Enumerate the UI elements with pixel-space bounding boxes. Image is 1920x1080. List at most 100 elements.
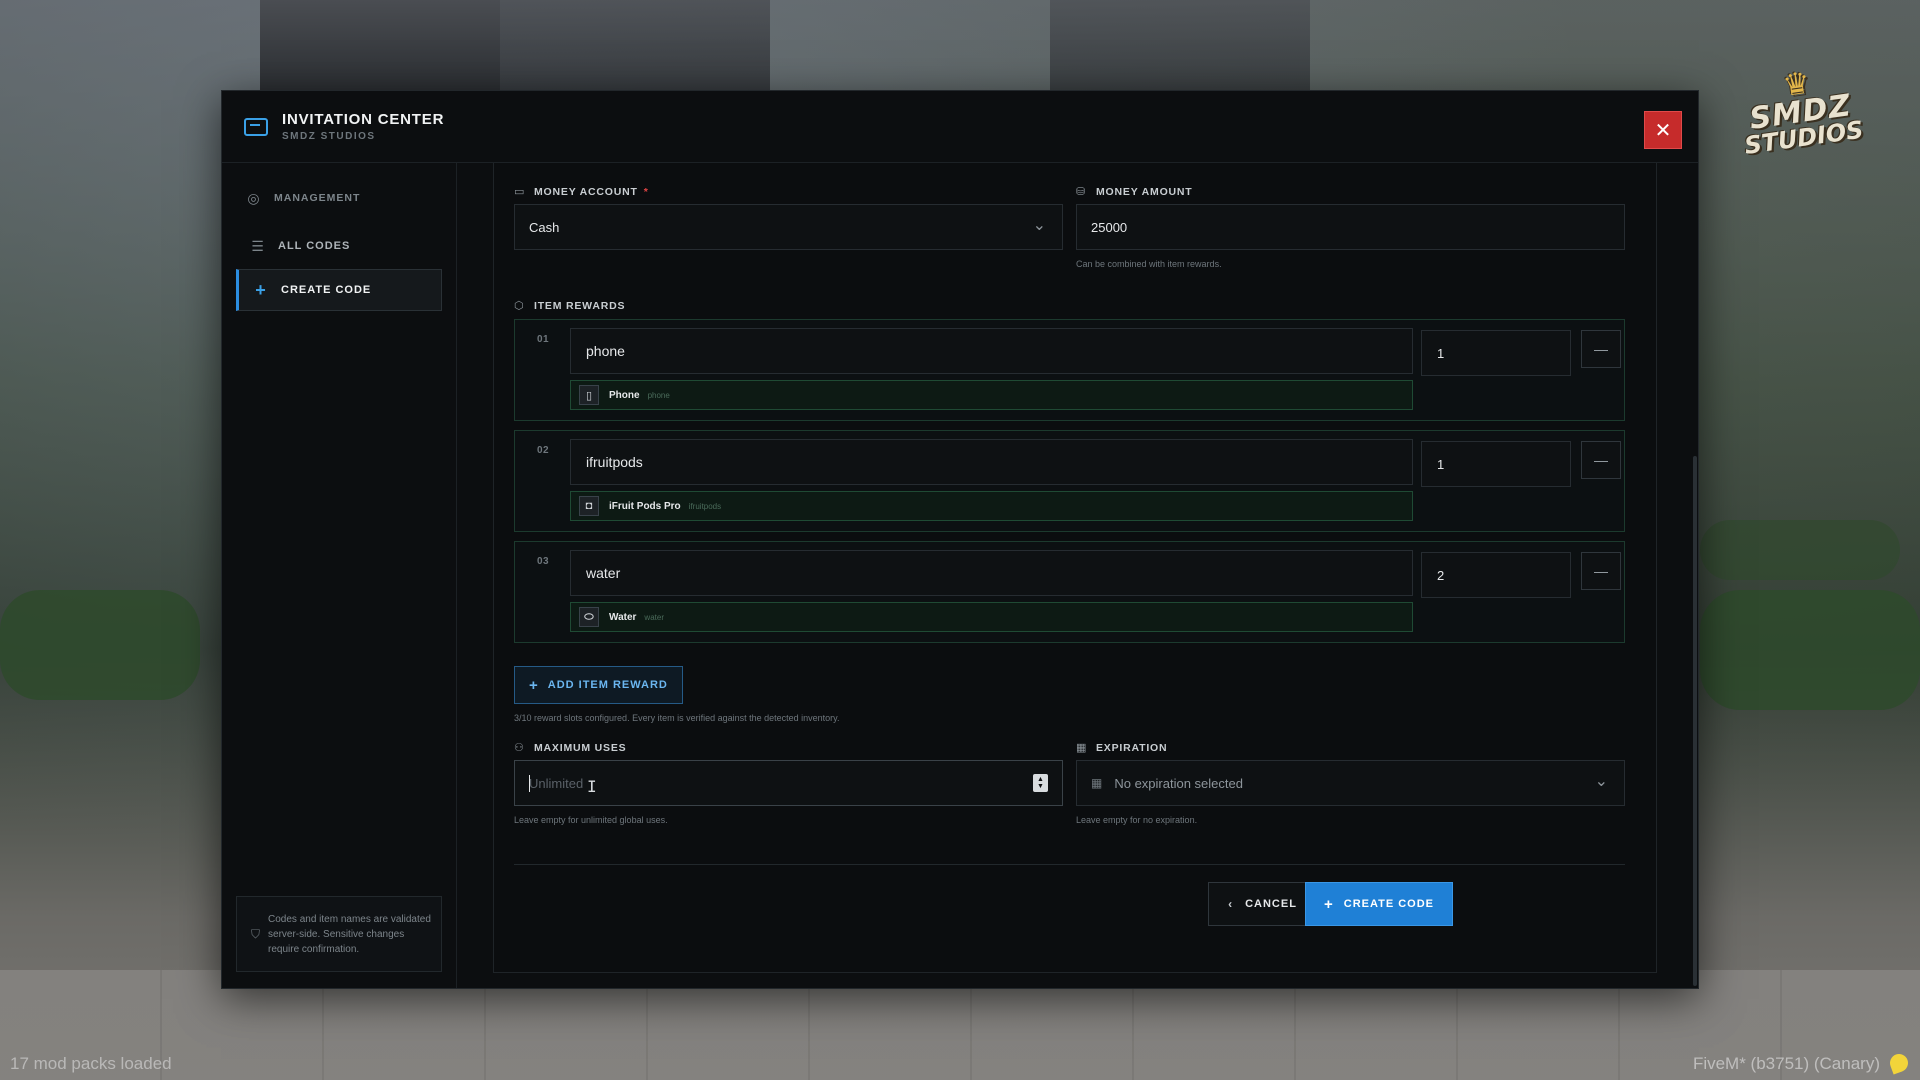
background-building	[470, 0, 770, 90]
box-icon: ⬡	[514, 300, 525, 312]
money-amount-input[interactable]: 25000	[1076, 204, 1625, 250]
expiration-label-text: EXPIRATION	[1096, 741, 1168, 754]
panel-scrollbar[interactable]	[1693, 456, 1697, 986]
item-rewards-label-text: ITEM REWARDS	[534, 299, 626, 312]
remove-reward-button[interactable]: —	[1581, 552, 1621, 590]
shield-icon: ⛉	[251, 926, 261, 941]
phone-icon: ▯	[579, 385, 599, 405]
create-code-form: ▭ MONEY ACCOUNT * Cash ⛁ MONEY AMOUNT 25…	[493, 163, 1657, 973]
earbuds-icon: ◘	[579, 496, 599, 516]
money-amount-label: ⛁ MONEY AMOUNT	[1076, 185, 1193, 199]
reward-item-value: phone	[586, 343, 625, 359]
maximum-uses-placeholder: Unlimited	[529, 775, 584, 791]
reward-match-label: Phone	[609, 389, 640, 401]
add-item-reward-label: ADD ITEM REWARD	[547, 679, 668, 691]
required-marker: *	[643, 185, 649, 198]
title-block: INVITATION CENTER SMDZ STUDIOS	[282, 111, 444, 142]
reward-row: 01 phone ▯ Phone phone 1 —	[514, 319, 1625, 421]
minus-icon: —	[1594, 341, 1608, 357]
minus-icon: —	[1594, 452, 1608, 468]
background-hedge	[1700, 520, 1900, 580]
minus-icon: —	[1594, 563, 1608, 579]
sidebar-item-all-codes[interactable]: ☰ ALL CODES	[236, 225, 442, 267]
validation-note-text: Codes and item names are validated serve…	[268, 913, 431, 955]
money-amount-hint: Can be combined with item rewards.	[1076, 259, 1222, 269]
money-account-label-text: MONEY ACCOUNT	[534, 185, 638, 198]
money-account-value: Cash	[529, 219, 560, 235]
reward-quantity-input[interactable]: 1	[1421, 330, 1571, 376]
create-code-button[interactable]: + CREATE CODE	[1305, 882, 1453, 926]
reward-match-id: ifruitpods	[688, 501, 722, 511]
reward-quantity-value: 2	[1437, 567, 1445, 583]
validation-note: ⛉ Codes and item names are validated ser…	[236, 896, 442, 972]
money-amount-value: 25000	[1091, 219, 1128, 235]
money-account-select[interactable]: Cash	[514, 204, 1063, 250]
reward-row: 02 ifruitpods ◘ iFruit Pods Pro ifruitpo…	[514, 430, 1625, 532]
users-icon: ⚇	[514, 742, 525, 754]
reward-item-input[interactable]: phone	[570, 328, 1413, 374]
calendar-icon: ▦	[1091, 776, 1103, 790]
cancel-button[interactable]: ‹ CANCEL	[1208, 882, 1317, 926]
reward-match-label: Water	[609, 611, 637, 623]
maximum-uses-label: ⚇ MAXIMUM USES	[514, 741, 627, 755]
maximum-uses-input[interactable]: Unlimited I ▲ ▼	[514, 760, 1063, 806]
money-account-label: ▭ MONEY ACCOUNT *	[514, 185, 649, 199]
reward-item-input[interactable]: ifruitpods	[570, 439, 1413, 485]
invitation-center-window: INVITATION CENTER SMDZ STUDIOS ✕ ◎ MANAG…	[221, 90, 1699, 989]
build-info: FiveM* (b3751) (Canary)	[1692, 1054, 1880, 1073]
sidebar-item-create-code[interactable]: + CREATE CODE	[236, 269, 442, 311]
form-divider	[514, 864, 1625, 865]
reward-quantity-value: 1	[1437, 345, 1445, 361]
window-titlebar: INVITATION CENTER SMDZ STUDIOS ✕	[222, 91, 1698, 163]
plus-icon: +	[1323, 895, 1334, 913]
reward-number: 03	[537, 556, 550, 567]
add-item-reward-button[interactable]: + ADD ITEM REWARD	[514, 666, 683, 704]
text-cursor-icon: I	[587, 777, 597, 796]
reward-row: 03 water ⬭ Water water 2 —	[514, 541, 1625, 643]
maximum-uses-label-text: MAXIMUM USES	[534, 741, 627, 754]
reward-match-id: phone	[647, 390, 670, 400]
reward-item-input[interactable]: water	[570, 550, 1413, 596]
reward-item-match: ◘ iFruit Pods Pro ifruitpods	[570, 491, 1413, 521]
expiration-select[interactable]: ▦ No expiration selected	[1076, 760, 1625, 806]
cancel-label: CANCEL	[1245, 898, 1297, 910]
text-caret	[529, 775, 530, 792]
background-building	[1050, 0, 1310, 90]
window-subtitle: SMDZ STUDIOS	[282, 131, 376, 142]
window-title: INVITATION CENTER	[282, 111, 445, 128]
maximum-uses-hint: Leave empty for unlimited global uses.	[514, 815, 668, 825]
reward-item-match: ▯ Phone phone	[570, 380, 1413, 410]
reward-item-value: water	[586, 565, 621, 581]
expiration-placeholder: No expiration selected	[1114, 775, 1243, 791]
settings-circle-icon: ◎	[247, 189, 261, 206]
sidebar: ◎ MANAGEMENT ☰ ALL CODES + CREATE CODE ⛉…	[222, 163, 457, 988]
sidebar-section-label: MANAGEMENT	[274, 192, 361, 204]
reward-quantity-input[interactable]: 2	[1421, 552, 1571, 598]
reward-match-id: water	[644, 612, 664, 622]
expiration-hint: Leave empty for no expiration.	[1076, 815, 1198, 825]
plus-icon: +	[255, 279, 267, 300]
studio-watermark: ♛ SMDZ STUDIOS	[1725, 61, 1875, 160]
background-building	[260, 0, 500, 90]
create-code-label: CREATE CODE	[1343, 898, 1434, 910]
wallet-icon: ▭	[514, 186, 526, 198]
chevron-left-icon: ‹	[1228, 897, 1234, 911]
mod-packs-status: 17 mod packs loaded	[10, 1054, 172, 1073]
remove-reward-button[interactable]: —	[1581, 441, 1621, 479]
sidebar-item-label: ALL CODES	[278, 240, 351, 252]
item-rewards-label: ⬡ ITEM REWARDS	[514, 299, 626, 313]
reward-item-match: ⬭ Water water	[570, 602, 1413, 632]
list-icon: ☰	[251, 237, 265, 254]
calendar-icon: ▦	[1076, 742, 1088, 754]
reward-quantity-input[interactable]: 1	[1421, 441, 1571, 487]
coins-icon: ⛁	[1076, 186, 1087, 198]
sidebar-section-management: ◎ MANAGEMENT	[236, 177, 442, 219]
reward-quantity-value: 1	[1437, 456, 1445, 472]
reward-item-value: ifruitpods	[586, 454, 643, 470]
background-hedge	[0, 590, 200, 700]
number-stepper[interactable]: ▲ ▼	[1033, 774, 1048, 792]
close-button[interactable]: ✕	[1644, 111, 1682, 149]
remove-reward-button[interactable]: —	[1581, 330, 1621, 368]
money-amount-label-text: MONEY AMOUNT	[1096, 185, 1193, 198]
reward-slots-status: 3/10 reward slots configured. Every item…	[514, 713, 840, 723]
